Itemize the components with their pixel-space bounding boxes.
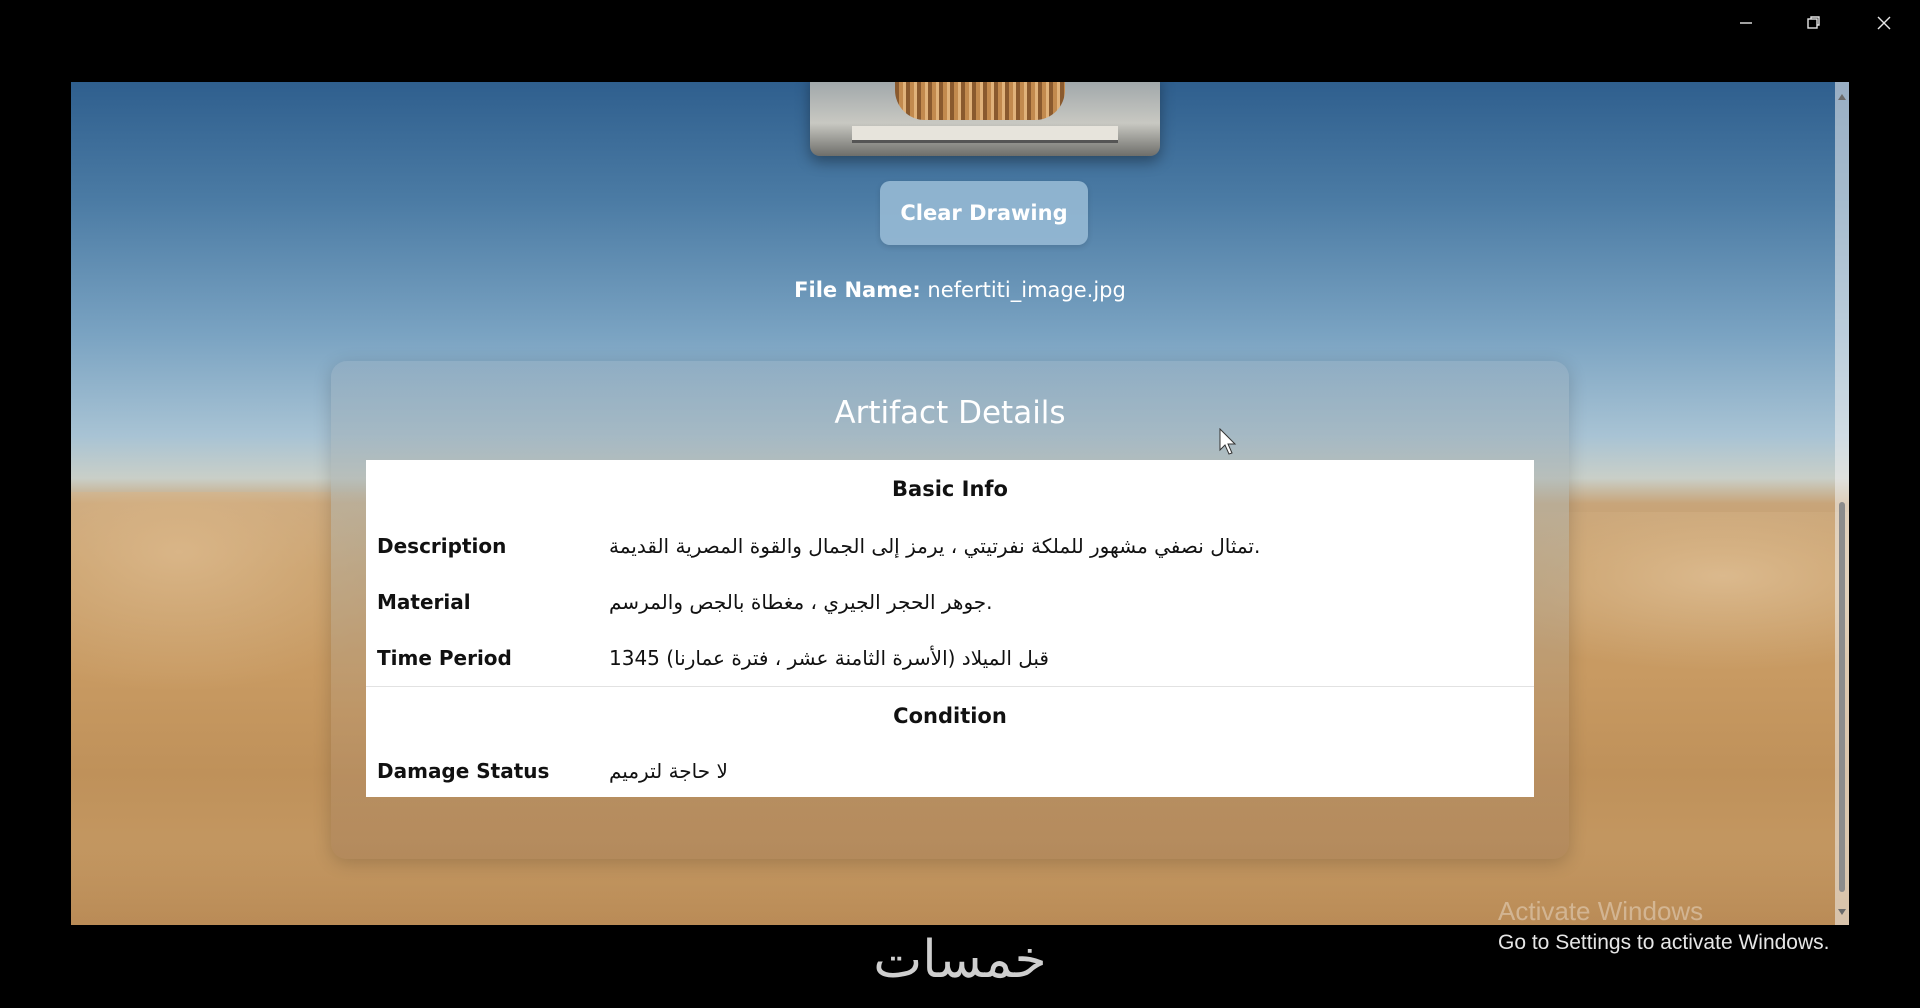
display-plinth <box>852 126 1118 140</box>
table-row: Time Period 1345 قبل الميلاد (الأسرة الث… <box>366 630 1534 687</box>
restore-icon <box>1807 16 1820 29</box>
details-table: Basic Info Description تمثال نصفي مشهور … <box>366 460 1534 797</box>
table-row: Description تمثال نصفي مشهور للملكة نفرت… <box>366 518 1534 574</box>
close-button[interactable] <box>1850 0 1918 46</box>
restore-button[interactable] <box>1780 0 1848 46</box>
window-titlebar <box>0 0 1920 82</box>
file-name-value: nefertiti_image.jpg <box>927 278 1126 302</box>
mouse-cursor-icon <box>1219 428 1237 455</box>
details-title: Artifact Details <box>834 395 1066 431</box>
table-row: Damage Status لا حاجة لترميم <box>366 745 1534 797</box>
section-heading-row: Condition <box>366 686 1534 745</box>
row-label-material: Material <box>377 590 471 614</box>
clear-drawing-button[interactable]: Clear Drawing <box>880 181 1088 245</box>
activate-windows-subtitle: Go to Settings to activate Windows. <box>1498 931 1830 954</box>
scroll-up-arrow-icon[interactable] <box>1838 94 1846 100</box>
bust-base <box>895 82 1065 120</box>
artifact-details-card: Artifact Details Basic Info Description … <box>331 361 1569 859</box>
row-label-damage-status: Damage Status <box>377 759 550 783</box>
activate-windows-title: Activate Windows <box>1498 896 1704 926</box>
section-heading-condition: Condition <box>366 686 1534 745</box>
artifact-image <box>810 82 1160 156</box>
table-row: Material جوهر الحجر الجيري ، مغطاة بالجص… <box>366 574 1534 630</box>
scrollbar-thumb[interactable] <box>1839 502 1845 892</box>
file-name-label: File Name: <box>794 278 921 302</box>
row-value-material: جوهر الحجر الجيري ، مغطاة بالجص والمرسم. <box>609 590 993 614</box>
scroll-down-arrow-icon[interactable] <box>1838 909 1846 915</box>
activate-windows-notice: Activate Windows Go to Settings to activ… <box>1498 896 1830 955</box>
file-name-line: File Name: nefertiti_image.jpg <box>71 278 1849 302</box>
row-value-time-period: 1345 قبل الميلاد (الأسرة الثامنة عشر ، ف… <box>609 646 1049 670</box>
close-icon <box>1877 16 1891 30</box>
row-label-time-period: Time Period <box>377 646 512 670</box>
minimize-icon <box>1740 22 1752 24</box>
watermark-logo: خمسات <box>873 930 1047 990</box>
scrollbar[interactable] <box>1835 82 1849 925</box>
app-viewport: Clear Drawing File Name: nefertiti_image… <box>71 82 1849 925</box>
row-label-description: Description <box>377 534 507 558</box>
section-heading-basic-info: Basic Info <box>892 477 1008 501</box>
row-value-damage-status: لا حاجة لترميم <box>609 759 728 783</box>
section-heading-row: Basic Info <box>366 460 1534 518</box>
row-value-description: تمثال نصفي مشهور للملكة نفرتيتي ، يرمز إ… <box>609 534 1261 558</box>
minimize-button[interactable] <box>1712 0 1780 46</box>
